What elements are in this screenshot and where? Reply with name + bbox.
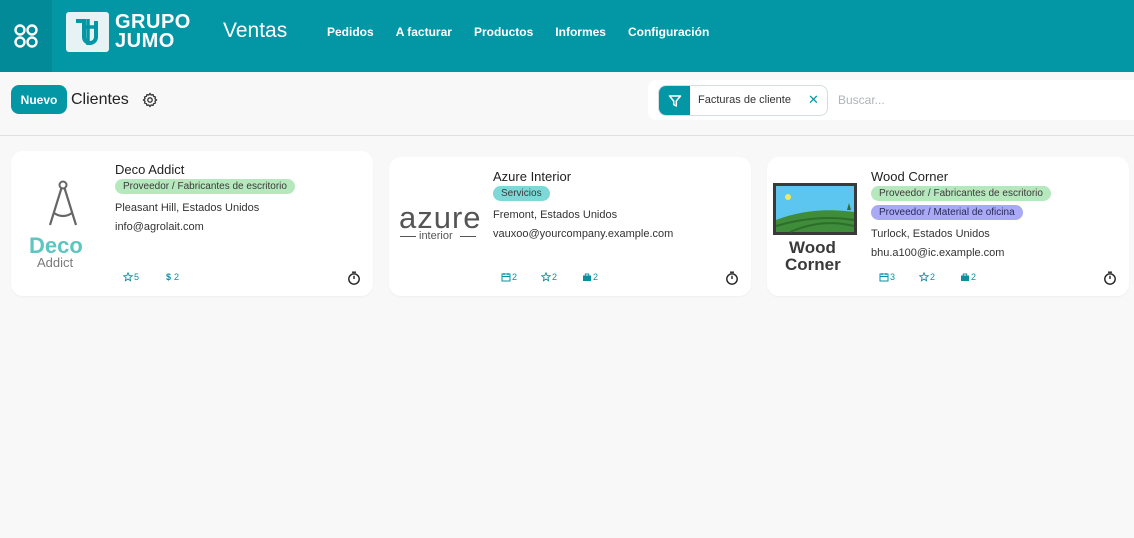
- company-logo[interactable]: GRUPO JUMO: [66, 12, 191, 52]
- stopwatch-icon[interactable]: [1103, 271, 1117, 285]
- bag-icon: [583, 273, 591, 281]
- customer-location: Fremont, Estados Unidos: [493, 209, 618, 221]
- customer-logo: azure interior: [397, 200, 481, 250]
- customer-location: Pleasant Hill, Estados Unidos: [115, 202, 260, 214]
- main-menu: Pedidos A facturar Productos Informes Co…: [316, 25, 720, 39]
- customer-email: info@agrolait.com: [115, 221, 204, 233]
- star-icon: [123, 272, 133, 282]
- stat-bag[interactable]: 2: [960, 272, 976, 282]
- customer-name: Azure Interior: [493, 169, 572, 184]
- calendar-icon: [879, 273, 889, 282]
- menu-item-a-facturar[interactable]: A facturar: [385, 25, 463, 39]
- category-tag: Proveedor / Fabricantes de escritorio: [115, 179, 295, 194]
- stat-star[interactable]: 5: [123, 272, 139, 282]
- logo-divider: [400, 236, 416, 237]
- star-icon: [919, 272, 929, 282]
- app-name[interactable]: Ventas: [223, 19, 287, 43]
- customer-card-wood-corner[interactable]: Wood Corner Wood Corner Proveedor / Fabr…: [767, 157, 1129, 296]
- logo-text-secondary: Addict: [37, 255, 74, 270]
- customer-logo: Deco Addict: [29, 179, 109, 271]
- customer-email: vauxoo@yourcompany.example.com: [493, 228, 674, 240]
- customer-name: Deco Addict: [115, 162, 185, 177]
- company-logo-text: GRUPO JUMO: [115, 11, 191, 52]
- category-tag: Proveedor / Material de oficina: [871, 205, 1023, 220]
- menu-item-productos[interactable]: Productos: [463, 25, 544, 39]
- company-logo-icon: [66, 12, 109, 52]
- search-facet: Facturas de cliente ✕: [658, 85, 828, 116]
- breadcrumb: Clientes: [71, 91, 129, 108]
- stat-star[interactable]: 2: [919, 272, 935, 282]
- gear-icon[interactable]: [142, 92, 158, 108]
- category-tag: Servicios: [493, 186, 550, 201]
- facet-label: Facturas de cliente: [698, 94, 791, 106]
- stat-bag[interactable]: 2: [582, 272, 598, 282]
- menu-item-informes[interactable]: Informes: [544, 25, 617, 39]
- customer-card-deco-addict[interactable]: Deco Addict Deco Addict Proveedor / Fabr…: [11, 151, 373, 296]
- customer-name: Wood Corner: [871, 169, 949, 184]
- menu-item-configuracion[interactable]: Configuración: [617, 25, 720, 39]
- control-panel: Nuevo Clientes Facturas de cliente ✕: [0, 72, 1134, 136]
- logo-text-secondary: interior: [419, 230, 453, 242]
- search-input[interactable]: [838, 89, 1118, 111]
- stopwatch-icon[interactable]: [725, 271, 739, 285]
- customer-email: bhu.a100@ic.example.com: [871, 247, 1005, 259]
- calendar-icon: [501, 273, 511, 282]
- stat-dollar[interactable]: $ 2: [166, 272, 179, 282]
- stat-star[interactable]: 2: [541, 272, 557, 282]
- facet-remove-icon[interactable]: ✕: [808, 92, 819, 108]
- menu-item-pedidos[interactable]: Pedidos: [316, 25, 385, 39]
- dollar-icon: $: [166, 272, 172, 282]
- top-navbar: GRUPO JUMO Ventas Pedidos A facturar Pro…: [0, 0, 1134, 72]
- compass-icon: [48, 180, 78, 226]
- stat-calendar[interactable]: 3: [879, 272, 895, 282]
- filter-icon: [659, 86, 690, 115]
- logo-divider: [460, 236, 476, 237]
- bag-icon: [961, 273, 969, 281]
- stopwatch-icon[interactable]: [347, 271, 361, 285]
- star-icon: [541, 272, 551, 282]
- new-button[interactable]: Nuevo: [11, 85, 67, 114]
- customer-logo: Wood Corner: [772, 182, 860, 278]
- customer-card-azure-interior[interactable]: azure interior Azure Interior Servicios …: [389, 157, 751, 296]
- apps-grid-icon: [14, 24, 38, 48]
- logo-text-secondary: Corner: [785, 255, 841, 274]
- landscape-icon: [773, 183, 857, 235]
- category-tag: Proveedor / Fabricantes de escritorio: [871, 186, 1051, 201]
- customer-location: Turlock, Estados Unidos: [871, 228, 990, 240]
- app-menu-button[interactable]: [0, 0, 52, 72]
- stat-calendar[interactable]: 2: [501, 272, 517, 282]
- search-bar: Facturas de cliente ✕: [648, 80, 1134, 120]
